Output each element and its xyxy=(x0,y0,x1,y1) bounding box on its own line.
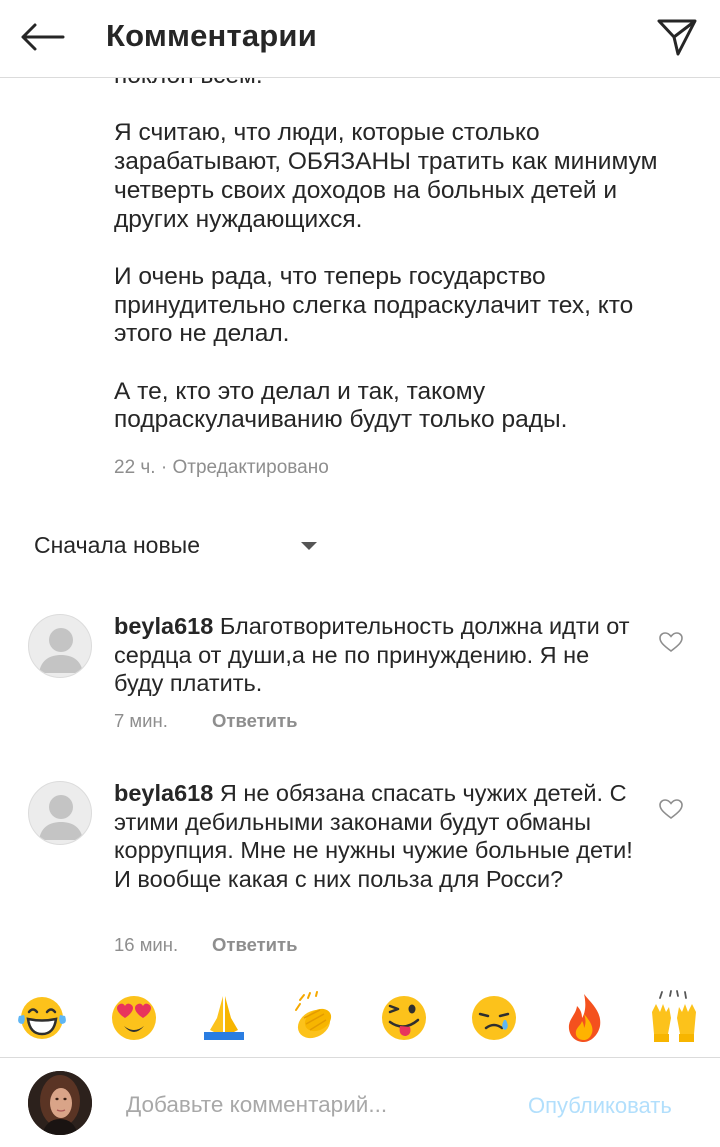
page-title: Комментарии xyxy=(106,18,317,53)
top-bar: Комментарии xyxy=(0,0,720,78)
quick-emoji-bar xyxy=(0,986,720,1058)
default-avatar-icon xyxy=(39,795,83,840)
comment-meta: 7 мин. Ответить xyxy=(114,710,298,732)
post-caption: поклон всем. Я считаю, что люди, которые… xyxy=(0,78,720,498)
back-button[interactable] xyxy=(14,14,70,60)
caption-meta: 22 ч. · Отредактировано xyxy=(114,457,329,478)
paper-plane-icon xyxy=(657,19,697,56)
publish-button[interactable]: Опубликовать xyxy=(528,1093,672,1119)
fire-emoji-icon[interactable] xyxy=(556,990,612,1046)
comment-username[interactable]: beyla618 xyxy=(114,780,213,806)
raising-hands-emoji-icon[interactable] xyxy=(646,990,702,1046)
caption-text: поклон всем. Я считаю, что люди, которые… xyxy=(114,78,658,434)
reply-button[interactable]: Ответить xyxy=(212,710,298,732)
winking-tongue-emoji-icon[interactable] xyxy=(376,990,432,1046)
sad-face-emoji-icon[interactable] xyxy=(466,990,522,1046)
avatar[interactable] xyxy=(28,781,92,845)
comment-text-block: beyla618 Я не обязана спасать чужих дете… xyxy=(114,779,640,893)
comment-time: 16 мин. xyxy=(114,934,179,955)
caret-down-icon xyxy=(301,542,317,550)
default-avatar-icon xyxy=(39,628,83,673)
comment-input[interactable] xyxy=(126,1089,506,1121)
comment-text-block: beyla618 Благотворительность должна идти… xyxy=(114,612,640,698)
comment-time: 7 мин. xyxy=(114,710,168,731)
sort-label: Сначала новые xyxy=(34,532,201,558)
comment-username[interactable]: beyla618 xyxy=(114,613,213,639)
tears-of-joy-emoji-icon[interactable] xyxy=(14,990,70,1046)
comment-composer: Опубликовать xyxy=(0,1059,720,1147)
back-arrow-icon xyxy=(21,23,65,51)
sort-dropdown[interactable]: Сначала новые xyxy=(34,530,334,564)
heart-eyes-emoji-icon[interactable] xyxy=(106,990,162,1046)
folded-hands-emoji-icon[interactable] xyxy=(196,990,252,1046)
avatar[interactable] xyxy=(28,614,92,678)
user-photo-icon xyxy=(28,1071,92,1135)
comment-meta: 16 мин. Ответить xyxy=(114,934,298,956)
reply-button[interactable]: Ответить xyxy=(212,934,298,956)
direct-send-button[interactable] xyxy=(650,12,704,62)
heart-icon[interactable] xyxy=(658,797,684,821)
heart-icon[interactable] xyxy=(658,630,684,654)
clapping-hands-emoji-icon[interactable] xyxy=(286,990,342,1046)
avatar[interactable] xyxy=(28,1071,92,1135)
